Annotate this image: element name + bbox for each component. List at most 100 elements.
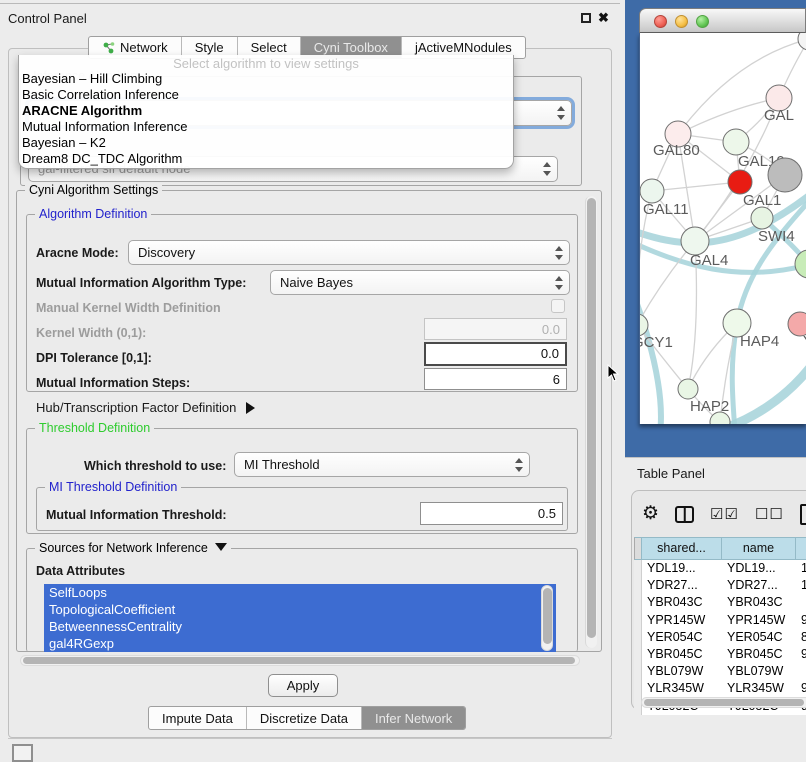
dropdown-item[interactable]: ARACNE Algorithm (19, 103, 513, 119)
column-header[interactable] (796, 537, 806, 560)
network-window-titlebar[interactable] (639, 8, 806, 33)
network-node-gal4[interactable] (681, 227, 709, 255)
table-cell[interactable]: YBR043C (722, 594, 796, 611)
which-threshold-label: Which threshold to use: (84, 459, 226, 473)
hub-definition-toggle[interactable]: Hub/Transcription Factor Definition (36, 400, 255, 415)
scrollbar-thumb[interactable] (543, 588, 552, 644)
minimize-traffic-light-icon[interactable] (675, 15, 688, 28)
tab-impute-data[interactable]: Impute Data (149, 707, 247, 729)
select-all-icon[interactable]: ☑☑ (710, 505, 739, 523)
float-window-icon[interactable] (581, 13, 591, 23)
scrollbar-thumb[interactable] (644, 699, 804, 706)
attribute-item[interactable]: gal4RGexp (44, 635, 556, 652)
network-edge[interactable] (652, 182, 740, 191)
minimized-panel-icon[interactable] (12, 744, 33, 762)
network-node-hap2[interactable] (678, 379, 698, 399)
combo-stepper-icon (554, 274, 563, 292)
table-cell[interactable]: YDR27... (722, 577, 796, 594)
mi-type-combobox[interactable]: Naive Bayes (270, 270, 570, 295)
combo-stepper-icon (554, 244, 563, 262)
manual-kernel-checkbox[interactable] (551, 299, 565, 313)
table-cell[interactable]: YER054C (722, 629, 796, 646)
scrollbar-thumb[interactable] (23, 657, 575, 664)
network-edge[interactable] (640, 241, 695, 325)
table-cell[interactable]: YBR045C (642, 646, 722, 663)
table-panel-top-border (625, 457, 806, 458)
mi-steps-field[interactable]: 6 (424, 368, 567, 390)
attribute-item[interactable]: TopologicalCoefficient (44, 601, 556, 618)
aracne-mode-value: Discovery (138, 245, 195, 260)
dropdown-item[interactable]: Bayesian – K2 (19, 135, 513, 151)
table-cell[interactable]: YER054C (642, 629, 722, 646)
mi-type-value: Naive Bayes (280, 275, 353, 290)
expanded-arrow-icon[interactable] (215, 543, 227, 551)
table-cell[interactable]: YBR045C (722, 646, 796, 663)
attribute-item[interactable]: BetweennessCentrality (44, 618, 556, 635)
network-node-gal1[interactable] (728, 170, 752, 194)
network-icon (102, 41, 115, 54)
zoom-traffic-light-icon[interactable] (696, 15, 709, 28)
table-cell[interactable]: YBL079W (642, 663, 722, 680)
table-cell[interactable]: YLR345W (722, 680, 796, 697)
network-node[interactable] (798, 33, 806, 50)
attribute-item[interactable]: SelfLoops (44, 584, 556, 601)
network-node-gal10[interactable] (723, 129, 749, 155)
network-node-swi4[interactable] (751, 207, 773, 229)
table-cell[interactable] (796, 663, 806, 680)
dropdown-items: Bayesian – Hill ClimbingBasic Correlatio… (19, 71, 513, 168)
table-cell[interactable]: YDL19... (642, 560, 722, 577)
table-cell[interactable] (796, 594, 806, 611)
kernel-width-field[interactable]: 0.0 (424, 318, 567, 340)
attributes-list-scrollbar[interactable] (541, 585, 553, 651)
mi-threshold-field[interactable]: 0.5 (420, 502, 563, 525)
settings-vertical-scrollbar[interactable] (585, 196, 597, 648)
column-header[interactable]: shared... (642, 537, 722, 560)
table-cell[interactable]: YDR27... (642, 577, 722, 594)
deselect-all-icon[interactable]: ☐☐ (755, 505, 784, 523)
screenshot-root: Control Panel ✖ NetworkStyleSelectCyni T… (0, 0, 806, 762)
table-cell[interactable]: YLR345W (642, 680, 722, 697)
aracne-mode-combobox[interactable]: Discovery (128, 240, 570, 265)
column-header[interactable]: name (722, 537, 796, 560)
apply-button[interactable]: Apply (268, 674, 338, 697)
table-cell[interactable]: 8. (796, 629, 806, 646)
gear-icon[interactable]: ⚙ (642, 503, 659, 525)
table-toolbar: ⚙ ☑☑ ☐☐ (642, 501, 806, 527)
dpi-tolerance-field[interactable]: 0.0 (424, 342, 567, 366)
table-cell[interactable]: YDL19... (722, 560, 796, 577)
table-cell[interactable]: 9. (796, 646, 806, 663)
row-gutter (634, 594, 642, 611)
table-horizontal-scrollbar[interactable] (641, 697, 806, 708)
network-node[interactable] (795, 250, 806, 278)
close-traffic-light-icon[interactable] (654, 15, 667, 28)
dropdown-item[interactable]: Bayesian – Hill Climbing (19, 71, 513, 87)
settings-horizontal-scrollbar[interactable] (20, 655, 580, 666)
column-header[interactable] (634, 537, 642, 560)
table-cell[interactable]: 12 (796, 577, 806, 594)
dropdown-item[interactable]: Mutual Information Inference (19, 119, 513, 135)
table-cell[interactable]: YPR145W (642, 612, 722, 629)
columns-icon[interactable] (675, 506, 694, 523)
close-panel-icon[interactable]: ✖ (598, 10, 609, 26)
dropdown-item[interactable]: Basic Correlation Inference (19, 87, 513, 103)
table-cell[interactable]: 9. (796, 680, 806, 697)
data-attributes-list[interactable]: SelfLoopsTopologicalCoefficientBetweenne… (44, 584, 556, 652)
scrollbar-thumb[interactable] (587, 198, 596, 638)
which-threshold-combobox[interactable]: MI Threshold (234, 452, 530, 477)
table-panel-title: Table Panel (637, 466, 705, 481)
tab-discretize-data[interactable]: Discretize Data (247, 707, 362, 729)
network-canvas[interactable]: GALGAL80GAL10GAL1GAL11SWI4GAL4GCY1HAP4YH… (639, 33, 806, 424)
table-cell[interactable]: YPR145W (722, 612, 796, 629)
table-cell[interactable]: 9. (796, 612, 806, 629)
dropdown-item[interactable]: Dream8 DC_TDC Algorithm (19, 151, 513, 167)
document-icon[interactable] (800, 504, 806, 525)
tab-infer-network[interactable]: Infer Network (362, 707, 465, 729)
table-cell[interactable]: YBL079W (722, 663, 796, 680)
network-node[interactable] (768, 158, 802, 192)
table-cell[interactable]: 13 (796, 560, 806, 577)
node-label: HAP4 (740, 333, 779, 350)
network-node-gal11[interactable] (640, 179, 664, 203)
node-label: GAL1 (743, 192, 781, 209)
table-cell[interactable]: YBR043C (642, 594, 722, 611)
combo-stepper-icon (556, 104, 565, 122)
